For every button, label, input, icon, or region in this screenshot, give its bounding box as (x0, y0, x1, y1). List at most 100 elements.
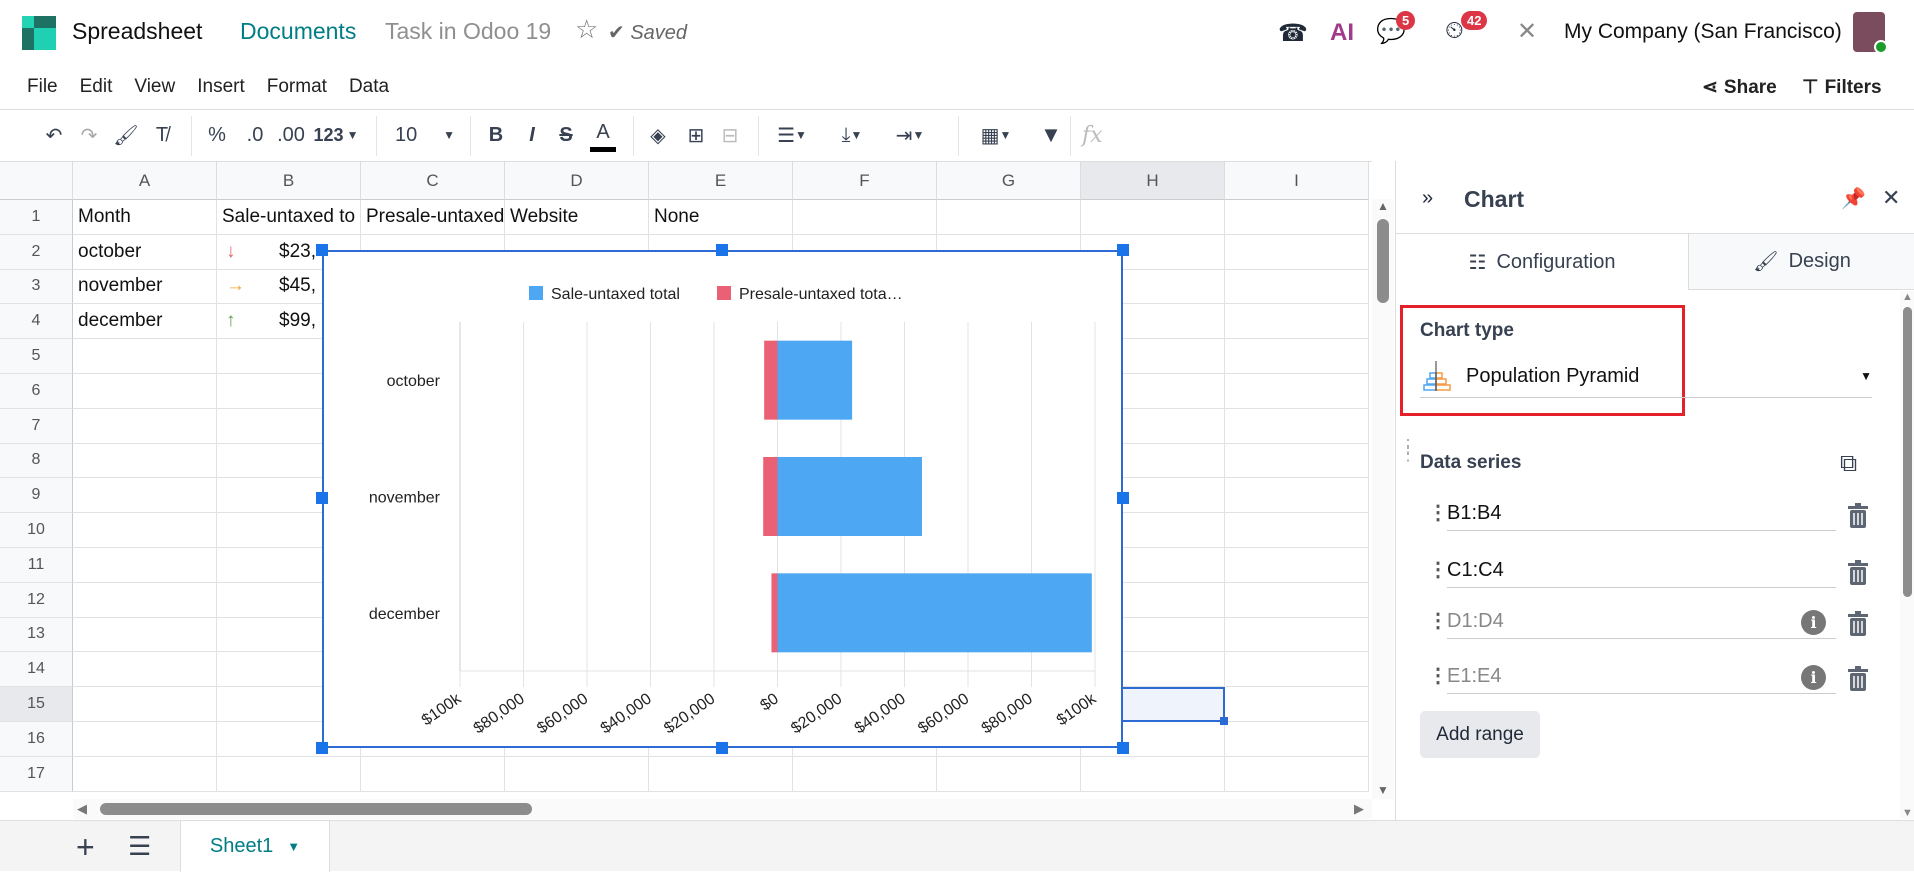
info-icon[interactable]: i (1801, 610, 1826, 635)
cell-i13[interactable] (1225, 617, 1369, 653)
vertical-align-dropdown[interactable]: ⤓ ▼ (830, 118, 874, 152)
company-switcher[interactable]: My Company (San Francisco) (1564, 20, 1842, 44)
row-header-11[interactable]: 11 (0, 548, 73, 583)
horizontal-align-dropdown[interactable]: ☰ ▼ (770, 118, 814, 152)
cell-i10[interactable] (1225, 513, 1369, 548)
cell-i5[interactable] (1225, 339, 1369, 374)
borders-icon[interactable]: ⊞ (683, 118, 709, 152)
cell-i7[interactable] (1225, 408, 1369, 444)
cell-g17[interactable] (937, 756, 1081, 792)
cell-a4[interactable]: december (73, 304, 217, 340)
data-series-range-input[interactable]: D1:D4 (1447, 605, 1836, 639)
filters-button[interactable]: ⊤ Filters (1802, 76, 1882, 99)
collapse-panel-icon[interactable]: » (1422, 187, 1433, 210)
column-header-d[interactable]: D (505, 162, 649, 200)
cell-i3[interactable] (1225, 269, 1369, 305)
scroll-left-arrow[interactable]: ◀ (77, 801, 87, 817)
resize-handle-bottom-right[interactable] (1117, 742, 1129, 754)
row-header-14[interactable]: 14 (0, 652, 73, 688)
trash-icon[interactable] (1847, 560, 1869, 586)
phone-icon[interactable]: ☎ (1278, 18, 1308, 48)
clear-format-icon[interactable]: T̸ (148, 118, 176, 152)
chat-button[interactable]: 💬 5 (1376, 11, 1420, 51)
row-header-8[interactable]: 8 (0, 443, 73, 479)
menu-insert[interactable]: Insert (197, 76, 245, 98)
italic-button[interactable]: I (520, 118, 544, 152)
format-percent-button[interactable]: % (205, 118, 229, 152)
range-drag-handle-icon[interactable]: ⋮ (1428, 663, 1448, 688)
favorite-star-icon[interactable]: ☆ (575, 14, 598, 45)
row-header-1[interactable]: 1 (0, 200, 73, 235)
column-header-c[interactable]: C (361, 162, 505, 200)
row-header-13[interactable]: 13 (0, 617, 73, 653)
cell-i8[interactable] (1225, 443, 1369, 479)
user-avatar[interactable] (1853, 12, 1888, 54)
cell-h17[interactable] (1081, 756, 1225, 792)
scroll-up-arrow[interactable]: ▲ (1372, 199, 1394, 213)
cell-a11[interactable] (73, 548, 217, 583)
drag-handle-icon[interactable]: ⋮ ⋮ (1399, 437, 1417, 463)
scroll-up-arrow[interactable]: ▲ (1900, 291, 1914, 303)
resize-handle-bottom[interactable] (716, 742, 728, 754)
cell-i14[interactable] (1225, 652, 1369, 688)
menu-format[interactable]: Format (267, 76, 327, 98)
trash-icon[interactable] (1847, 666, 1869, 692)
data-series-range-input[interactable]: C1:C4 (1447, 554, 1836, 588)
cell-i16[interactable] (1225, 722, 1369, 757)
autofill-handle[interactable] (1220, 717, 1228, 725)
column-header-h[interactable]: H (1081, 162, 1225, 200)
cell-c1[interactable]: Presale-untaxed (361, 200, 505, 235)
row-header-16[interactable]: 16 (0, 722, 73, 757)
undo-icon[interactable]: ↶ (40, 118, 68, 152)
bold-button[interactable]: B (484, 118, 508, 152)
range-drag-handle-icon[interactable]: ⋮ (1428, 608, 1448, 633)
panel-scrollbar[interactable]: ▲ ▼ (1900, 291, 1914, 819)
row-header-5[interactable]: 5 (0, 339, 73, 374)
scroll-down-arrow[interactable]: ▼ (1900, 807, 1914, 819)
strikethrough-button[interactable]: S (554, 118, 578, 152)
menu-edit[interactable]: Edit (80, 76, 113, 98)
tools-icon[interactable]: ✕ (1517, 17, 1537, 46)
cell-h1[interactable] (1081, 200, 1225, 235)
row-header-9[interactable]: 9 (0, 478, 73, 514)
wrapping-dropdown[interactable]: ⇥ ▼ (888, 118, 932, 152)
cell-b17[interactable] (217, 756, 361, 792)
redo-icon[interactable]: ↷ (75, 118, 103, 152)
resize-handle-left[interactable] (316, 492, 328, 504)
resize-handle-top-left[interactable] (316, 244, 328, 256)
range-drag-handle-icon[interactable]: ⋮ (1428, 500, 1448, 525)
data-series-range-input[interactable]: B1:B4 (1447, 497, 1836, 531)
font-size-dropdown[interactable]: 10 ▼ (395, 118, 455, 152)
ai-icon[interactable]: AI (1330, 19, 1354, 47)
chart-type-select[interactable]: Population Pyramid ▼ (1420, 355, 1872, 398)
info-icon[interactable]: i (1801, 665, 1826, 690)
row-header-15[interactable]: 15 (0, 687, 73, 722)
cell-e17[interactable] (649, 756, 793, 792)
cell-a2[interactable]: october (73, 234, 217, 270)
cell-i11[interactable] (1225, 548, 1369, 583)
cell-a12[interactable] (73, 582, 217, 618)
menu-file[interactable]: File (27, 76, 58, 98)
conditional-format-dropdown[interactable]: ▦ ▼ (972, 118, 1020, 152)
cell-a9[interactable] (73, 478, 217, 514)
row-header-10[interactable]: 10 (0, 513, 73, 548)
horizontal-scrollbar[interactable]: ◀ ▶ (73, 799, 1372, 819)
cell-i1[interactable] (1225, 200, 1369, 235)
cell-i2[interactable] (1225, 234, 1369, 270)
row-header-3[interactable]: 3 (0, 269, 73, 305)
text-color-button[interactable]: A (590, 118, 616, 152)
filter-icon[interactable]: ▼ (1037, 118, 1065, 152)
menu-data[interactable]: Data (349, 76, 389, 98)
cell-i6[interactable] (1225, 374, 1369, 409)
row-header-2[interactable]: 2 (0, 234, 73, 270)
document-title[interactable]: Task in Odoo 19 (385, 18, 551, 45)
breadcrumb-documents[interactable]: Documents (240, 18, 356, 45)
row-header-17[interactable]: 17 (0, 756, 73, 792)
cell-a3[interactable]: november (73, 269, 217, 305)
column-header-e[interactable]: E (649, 162, 793, 200)
cell-a17[interactable] (73, 756, 217, 792)
select-all-corner[interactable] (0, 162, 73, 200)
range-drag-handle-icon[interactable]: ⋮ (1428, 557, 1448, 582)
cell-a5[interactable] (73, 339, 217, 374)
cell-e1[interactable]: None (649, 200, 793, 235)
